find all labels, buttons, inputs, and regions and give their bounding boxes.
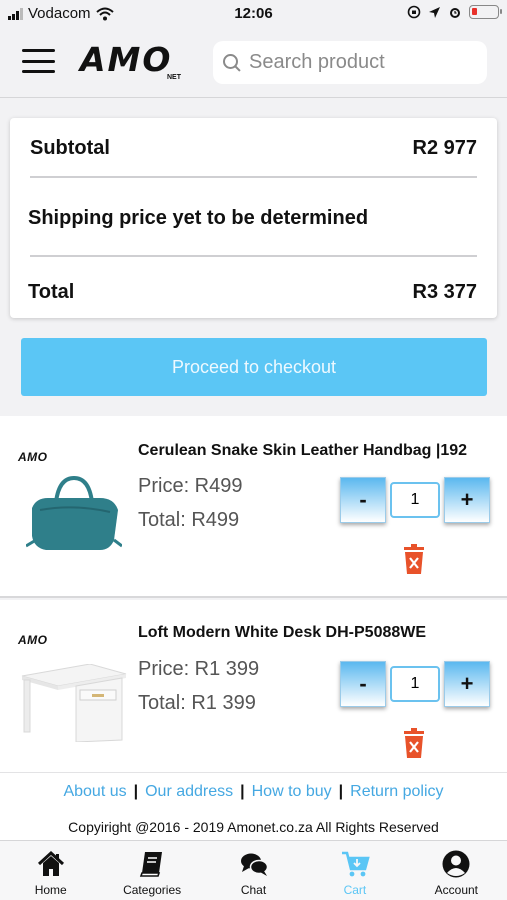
search-input[interactable] xyxy=(249,51,469,74)
location-icon xyxy=(429,6,440,18)
cart-item: AMO Loft Modern White Desk DH-P5088WE Pr… xyxy=(0,600,507,772)
status-bar: Vodacom 12:06 xyxy=(0,0,507,30)
subtotal-value: R2 977 xyxy=(412,137,478,159)
increase-quantity-button[interactable]: + xyxy=(444,477,490,523)
our-address-link[interactable]: Our address xyxy=(138,783,240,801)
cart-icon xyxy=(341,851,370,877)
quantity-stepper: - + xyxy=(340,477,490,523)
quantity-stepper: - + xyxy=(340,661,490,707)
delete-item-icon[interactable] xyxy=(402,728,426,758)
copyright-text: Copyiright @2016 - 2019 Amonet.co.za All… xyxy=(68,819,439,835)
total-label: Total xyxy=(28,281,75,303)
about-us-link[interactable]: About us xyxy=(56,783,133,801)
item-price: Price: R499 xyxy=(138,475,243,497)
item-price: Price: R1 399 xyxy=(138,658,260,680)
status-icons xyxy=(407,5,502,19)
logo-subtext: NET xyxy=(167,74,181,81)
search-bar[interactable] xyxy=(213,41,487,84)
footer-links: About us | Our address | How to buy | Re… xyxy=(0,783,507,801)
item-brand-logo: AMO xyxy=(18,450,48,464)
shipping-row: Shipping price yet to be determined xyxy=(28,207,477,230)
menu-icon[interactable] xyxy=(22,49,55,73)
total-row: Total R3 377 xyxy=(28,281,477,304)
chat-icon xyxy=(240,853,268,876)
tab-label: Account xyxy=(434,883,478,897)
search-icon xyxy=(223,53,241,72)
tab-label: Categories xyxy=(123,883,182,897)
item-total: Total: R499 xyxy=(138,509,240,531)
proceed-to-checkout-button[interactable]: Proceed to checkout xyxy=(21,338,487,396)
cart-item: AMO Cerulean Snake Skin Leather Handbag … xyxy=(0,416,507,598)
item-brand-logo: AMO xyxy=(18,633,48,647)
increase-quantity-button[interactable]: + xyxy=(444,661,490,707)
home-icon xyxy=(37,850,64,876)
item-name[interactable]: Cerulean Snake Skin Leather Handbag |192 xyxy=(138,442,467,460)
subtotal-row: Subtotal R2 977 xyxy=(30,137,477,160)
rotation-lock-icon xyxy=(407,5,421,19)
delete-item-icon[interactable] xyxy=(402,544,426,574)
tab-categories[interactable]: Categories xyxy=(101,841,202,900)
quantity-input[interactable] xyxy=(390,666,440,702)
desk-image xyxy=(21,664,127,742)
return-policy-link[interactable]: Return policy xyxy=(343,783,450,801)
decrease-quantity-button[interactable]: - xyxy=(340,661,386,707)
tab-chat[interactable]: Chat xyxy=(203,841,304,900)
alarm-icon xyxy=(450,8,460,18)
item-total: Total: R1 399 xyxy=(138,692,256,714)
how-to-buy-link[interactable]: How to buy xyxy=(245,783,339,801)
divider xyxy=(30,255,477,257)
decrease-quantity-button[interactable]: - xyxy=(340,477,386,523)
logo[interactable]: AMO NET xyxy=(80,40,185,84)
tab-home[interactable]: Home xyxy=(0,841,101,900)
quantity-input[interactable] xyxy=(390,482,440,518)
shipping-text: Shipping price yet to be determined xyxy=(28,207,369,229)
total-value: R3 377 xyxy=(412,281,478,303)
account-icon xyxy=(442,850,470,878)
order-summary-card: Subtotal R2 977 Shipping price yet to be… xyxy=(10,118,497,318)
tab-label: Home xyxy=(34,883,67,897)
tab-label: Chat xyxy=(240,883,267,897)
battery-icon xyxy=(469,5,502,19)
divider xyxy=(30,176,477,178)
item-name[interactable]: Loft Modern White Desk DH-P5088WE xyxy=(138,624,426,642)
subtotal-label: Subtotal xyxy=(30,137,110,159)
tab-label: Cart xyxy=(343,883,367,897)
app-header: AMO NET xyxy=(0,30,507,98)
bottom-tab-bar: Home Categories Chat Cart Account xyxy=(0,840,507,900)
tab-account[interactable]: Account xyxy=(406,841,507,900)
handbag-image xyxy=(26,475,122,550)
tab-cart[interactable]: Cart xyxy=(304,841,405,900)
site-footer: About us | Our address | How to buy | Re… xyxy=(0,772,507,840)
book-icon xyxy=(139,852,163,877)
